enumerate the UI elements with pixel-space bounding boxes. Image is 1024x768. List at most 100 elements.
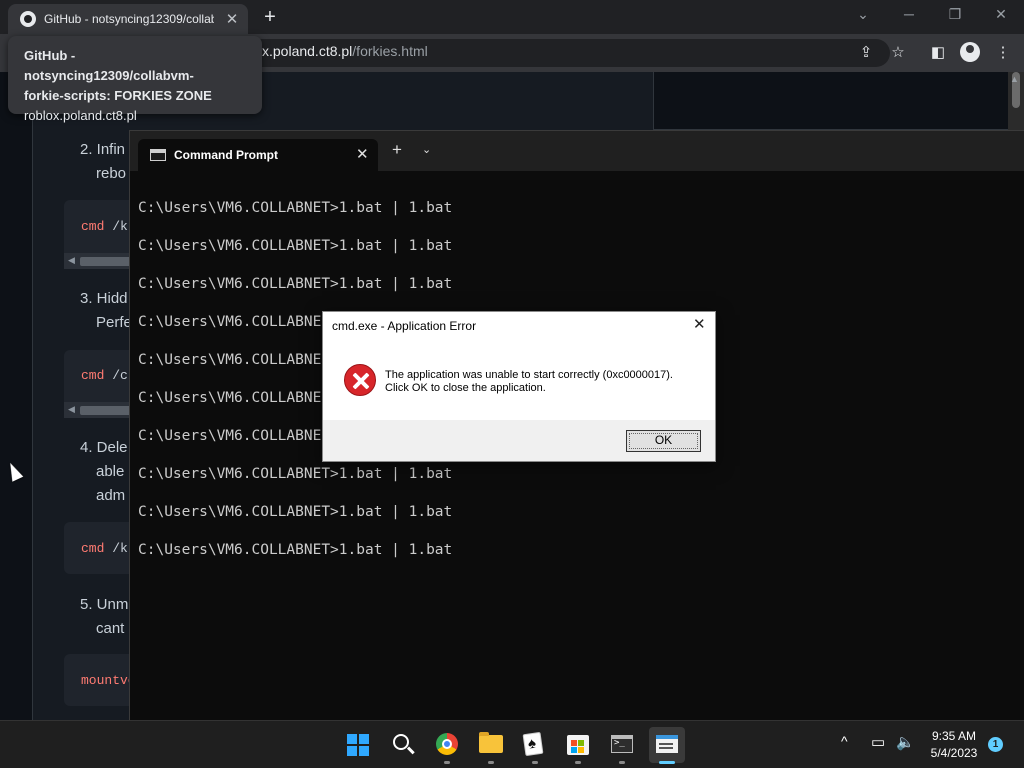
window-close-icon[interactable]: ✕ bbox=[989, 6, 1013, 23]
app-running-indicator bbox=[444, 761, 450, 764]
network-icon[interactable]: ▭ bbox=[871, 733, 885, 751]
chrome-icon[interactable] bbox=[436, 733, 458, 755]
command-prompt-icon[interactable] bbox=[611, 735, 633, 753]
step-text: 4. Dele bbox=[80, 439, 128, 456]
close-icon[interactable]: ✕ bbox=[693, 315, 706, 333]
code-keyword: mountvo bbox=[81, 673, 136, 688]
taskbar: ^ ▭ 🔈 9:35 AM 5/4/2023 1 bbox=[0, 720, 1024, 768]
tab-hovercard: GitHub - notsyncing12309/collabvm- forki… bbox=[8, 36, 262, 123]
start-icon-tile bbox=[347, 734, 357, 744]
new-tab-button[interactable]: + bbox=[258, 6, 282, 30]
error-icon bbox=[344, 364, 376, 396]
app-running-indicator bbox=[575, 761, 581, 764]
notification-badge[interactable]: 1 bbox=[988, 737, 1003, 752]
bookmark-star-icon[interactable]: ☆ bbox=[888, 43, 908, 61]
share-icon[interactable]: ⇪ bbox=[856, 43, 876, 61]
step-text: cant bbox=[96, 620, 125, 637]
code-arg: /k bbox=[112, 541, 128, 556]
tray-chevron-up-icon[interactable]: ^ bbox=[841, 733, 848, 749]
chevron-down-icon[interactable]: ⌄ bbox=[422, 143, 431, 156]
code-arg: /k bbox=[112, 219, 128, 234]
browser-tab-title: GitHub - notsyncing12309/collab bbox=[44, 12, 214, 26]
start-icon-tile bbox=[359, 746, 369, 756]
terminal-line: C:\Users\VM6.COLLABNET>1.bat | 1.bat bbox=[138, 276, 453, 292]
app-running-indicator bbox=[619, 761, 625, 764]
clock-time[interactable]: 9:35 AM bbox=[929, 729, 979, 743]
code-keyword: cmd bbox=[81, 368, 105, 383]
browser-tabstrip: GitHub - notsyncing12309/collab ✕ + ⌄ ─ … bbox=[0, 0, 1024, 34]
terminal-line: C:\Users\VM6.COLLABNET>1.bat | 1.bat bbox=[138, 542, 453, 558]
app-running-indicator bbox=[488, 761, 494, 764]
terminal-line: C:\Users\VM6.COLLABNE bbox=[138, 428, 322, 444]
volume-icon[interactable]: 🔈 bbox=[896, 733, 915, 751]
app-running-indicator bbox=[532, 761, 538, 764]
hovercard-title-line1: GitHub - notsyncing12309/collabvm- bbox=[24, 48, 194, 83]
store-icon-tile bbox=[571, 740, 577, 746]
code-line: cmd /k bbox=[81, 219, 128, 234]
file-explorer-icon[interactable] bbox=[479, 732, 503, 753]
desktop-screen: GitHub - notsyncing12309/collab ✕ + ⌄ ─ … bbox=[0, 0, 1024, 768]
step-2: 2. Infin rebo bbox=[80, 138, 126, 186]
code-keyword: cmd bbox=[81, 219, 105, 234]
new-tab-button[interactable]: + bbox=[392, 141, 402, 159]
microsoft-store-icon[interactable] bbox=[567, 735, 589, 755]
step-3: 3. Hidd Perfe bbox=[80, 287, 132, 335]
search-icon[interactable] bbox=[393, 734, 409, 750]
terminal-line: C:\Users\VM6.COLLABNET>1.bat | 1.bat bbox=[138, 200, 453, 216]
code-arg: /c bbox=[112, 368, 128, 383]
store-icon-tile bbox=[578, 747, 584, 753]
dialog-footer: OK bbox=[323, 420, 715, 461]
step-4: 4. Dele able adm bbox=[80, 436, 128, 508]
close-icon[interactable]: ✕ bbox=[224, 10, 240, 28]
scroll-left-arrow-icon[interactable]: ◀ bbox=[68, 255, 75, 266]
terminal-titlebar: Command Prompt ✕ + ⌄ bbox=[130, 131, 1024, 171]
windows-terminal-icon[interactable] bbox=[656, 735, 678, 753]
start-icon-tile bbox=[359, 734, 369, 744]
scroll-left-arrow-icon[interactable]: ◀ bbox=[68, 404, 75, 415]
step-text: 5. Unm bbox=[80, 596, 129, 613]
store-icon-tile bbox=[571, 747, 577, 753]
step-text: rebo bbox=[96, 165, 127, 182]
solitaire-icon[interactable] bbox=[522, 731, 544, 757]
step-text: adm bbox=[96, 487, 126, 504]
dialog-message-line2: Click OK to close the application. bbox=[385, 382, 546, 394]
scroll-up-arrow-icon[interactable]: ▲ bbox=[1010, 74, 1019, 84]
start-icon[interactable] bbox=[347, 734, 369, 756]
close-icon[interactable]: ✕ bbox=[356, 145, 369, 163]
app-active-indicator bbox=[659, 761, 675, 764]
profile-avatar-icon[interactable] bbox=[960, 42, 980, 62]
minimize-icon[interactable]: ─ bbox=[897, 6, 921, 22]
clock-date[interactable]: 5/4/2023 bbox=[925, 746, 983, 760]
dialog-message-line1: The application was unable to start corr… bbox=[385, 369, 673, 381]
browser-tab-github[interactable]: GitHub - notsyncing12309/collab ✕ bbox=[8, 4, 248, 34]
step-text: 2. Infin bbox=[80, 141, 126, 158]
application-error-dialog: cmd.exe - Application Error ✕ The applic… bbox=[322, 311, 716, 462]
dialog-title: cmd.exe - Application Error bbox=[332, 319, 477, 333]
command-prompt-icon bbox=[150, 149, 166, 161]
address-bar-url[interactable]: x.poland.ct8.pl/forkies.html bbox=[262, 43, 428, 59]
store-icon-tile bbox=[578, 740, 584, 746]
step-text: able bbox=[96, 463, 125, 480]
tab-search-icon[interactable]: ⌄ bbox=[851, 6, 875, 23]
terminal-tab-command-prompt[interactable]: Command Prompt ✕ bbox=[138, 139, 378, 171]
hovercard-domain: roblox.poland.ct8.pl bbox=[24, 108, 137, 123]
code-line: cmd /k bbox=[81, 541, 128, 556]
dialog-message: The application was unable to start corr… bbox=[385, 369, 673, 395]
ok-button[interactable]: OK bbox=[626, 430, 701, 452]
github-icon bbox=[20, 11, 36, 27]
hovercard-title-line2: forkie-scripts: FORKIES ZONE bbox=[24, 88, 212, 103]
step-5: 5. Unm cant bbox=[80, 593, 128, 641]
side-panel-icon[interactable]: ◧ bbox=[928, 43, 948, 61]
restore-icon[interactable]: ❐ bbox=[943, 6, 967, 23]
step-text: 3. Hidd bbox=[80, 290, 128, 307]
code-keyword: cmd bbox=[81, 541, 105, 556]
code-line: mountvo bbox=[81, 673, 136, 688]
page-right-panel bbox=[654, 72, 1008, 130]
start-icon-tile bbox=[347, 746, 357, 756]
terminal-line: C:\Users\VM6.COLLABNET>1.bat | 1.bat bbox=[138, 466, 453, 482]
terminal-line: C:\Users\VM6.COLLABNE bbox=[138, 314, 322, 330]
url-path: /forkies.html bbox=[352, 43, 428, 59]
code-line: cmd /c bbox=[81, 368, 128, 383]
step-text: Perfe bbox=[96, 314, 132, 331]
browser-menu-icon[interactable]: ⋮ bbox=[993, 43, 1013, 61]
